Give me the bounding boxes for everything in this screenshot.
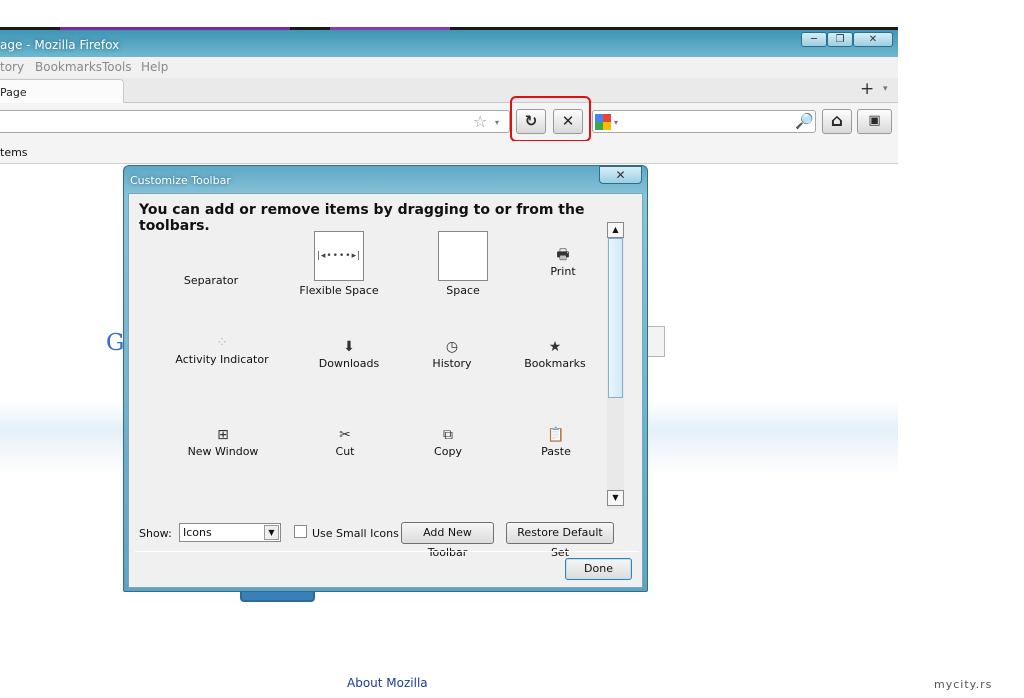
palette-item-label: Downloads [318, 357, 380, 370]
palette-item-label: Flexible Space [299, 284, 379, 297]
window-titlebar: age - Mozilla Firefox ─ ❐ ✕ [0, 30, 898, 57]
copy-icon: ⧉ [443, 427, 453, 443]
palette-item-flexible-space[interactable]: |◂••••▸| Flexible Space [279, 231, 399, 297]
home-button[interactable]: ⌂ [822, 109, 852, 134]
scroll-down-arrow-icon[interactable]: ▼ [607, 490, 624, 506]
palette-item-separator[interactable]: Separator [151, 274, 271, 287]
show-select[interactable]: Icons ▼ [179, 523, 281, 542]
top-strip [0, 0, 898, 30]
highlight-annotation [510, 96, 591, 142]
palette-item-label: Paste [541, 445, 571, 458]
dialog-close-button[interactable]: ✕ [599, 166, 642, 184]
palette-item-label: Copy [434, 445, 462, 458]
dialog-body: You can add or remove items by dragging … [128, 193, 643, 588]
palette-item-label: Separator [183, 274, 239, 287]
show-label: Show: [139, 527, 172, 540]
palette-item-new-window[interactable]: ⊞ New Window [163, 425, 283, 458]
space-icon [438, 231, 488, 281]
palette-item-label: Bookmarks [524, 357, 586, 370]
bookmark-star-icon[interactable]: ☆ [473, 112, 487, 131]
engine-dropdown-icon[interactable]: ▾ [614, 118, 618, 127]
new-window-icon: ⊞ [217, 427, 229, 443]
palette-item-label: Activity Indicator [175, 353, 269, 366]
use-small-icons-label[interactable]: Use Small Icons [312, 527, 399, 540]
screen: age - Mozilla Firefox ─ ❐ ✕ tory Bookmar… [0, 0, 1024, 698]
window-close-button[interactable]: ✕ [853, 32, 893, 47]
menu-bar: tory Bookmarks Tools Help [0, 57, 898, 78]
maximize-button[interactable]: ❐ [827, 32, 853, 47]
palette-item-label: History [432, 357, 472, 370]
window-title: age - Mozilla Firefox [0, 38, 120, 52]
bookmarks-icon: ★ [548, 339, 562, 355]
palette-item-label: New Window [187, 445, 259, 458]
palette-item-downloads[interactable]: ⬇ Downloads [289, 337, 409, 370]
search-bar[interactable]: ▾ 🔎 [592, 110, 816, 133]
palette-item-label: Space [446, 284, 480, 297]
use-small-icons-checkbox[interactable] [294, 525, 307, 538]
watermark: mycity.rs [934, 678, 993, 691]
url-dropdown-icon[interactable]: ▾ [495, 118, 499, 127]
restore-default-set-button[interactable]: Restore Default Set [506, 522, 614, 559]
scroll-up-arrow-icon[interactable]: ▲ [607, 222, 624, 238]
bookmarks-menu-button[interactable]: ▣ [857, 109, 892, 134]
palette-scrollbar[interactable]: ▲ ▼ [607, 222, 624, 509]
bookmarks-toolbar-items[interactable]: tems [0, 146, 28, 159]
dialog-title: Customize Toolbar [130, 174, 231, 187]
minimize-button[interactable]: ─ [801, 32, 827, 47]
customize-toolbar-dialog: Customize Toolbar ✕ You can add or remov… [123, 165, 648, 592]
palette-item-label: Print [550, 265, 576, 278]
add-new-toolbar-button[interactable]: Add New Toolbar [401, 522, 494, 559]
palette-item-print[interactable]: 🖶 Print [503, 245, 623, 278]
toolbar-palette: Separator |◂••••▸| Flexible Space Space … [133, 224, 609, 514]
activity-indicator-icon: ⁘ [216, 335, 228, 351]
menu-help[interactable]: Help [141, 60, 168, 74]
dialog-divider [135, 551, 639, 552]
print-icon: 🖶 [556, 247, 570, 263]
palette-item-label: Cut [335, 445, 355, 458]
new-tab-button[interactable]: + [860, 79, 874, 99]
bookmarks-menu-icon: ▣ [868, 113, 881, 128]
tab-label: Page [0, 86, 27, 99]
about-mozilla-link[interactable]: About Mozilla [347, 676, 428, 690]
search-go-icon[interactable]: 🔎 [795, 112, 814, 130]
cut-icon: ✂ [339, 427, 351, 443]
palette-item-cut[interactable]: ✂ Cut [285, 425, 405, 458]
tab-strip: Page + ▾ [0, 78, 898, 104]
tab-list-button[interactable]: ▾ [883, 84, 888, 94]
menu-history[interactable]: tory [0, 60, 24, 74]
done-button[interactable]: Done [565, 558, 632, 580]
palette-item-copy[interactable]: ⧉ Copy [388, 425, 508, 458]
palette-item-history[interactable]: ◷ History [392, 337, 512, 370]
show-options-row: Show: Icons ▼ Use Small Icons Add New To… [139, 522, 639, 559]
palette-item-bookmarks[interactable]: ★ Bookmarks [495, 337, 615, 370]
chevron-down-icon[interactable]: ▼ [264, 525, 279, 540]
flexible-space-icon: |◂••••▸| [314, 231, 364, 281]
tab-active[interactable]: Page [0, 79, 124, 104]
home-icon: ⌂ [830, 111, 844, 131]
downloads-icon: ⬇ [343, 339, 355, 355]
bookmarks-toolbar: tems [0, 141, 898, 164]
show-select-value: Icons [183, 526, 212, 539]
menu-tools[interactable]: Tools [102, 60, 132, 74]
google-engine-icon[interactable] [595, 114, 611, 130]
history-icon: ◷ [445, 339, 459, 355]
navigation-toolbar: ☆ ▾ ↻ ✕ ▾ 🔎 ⌂ ▣ [0, 103, 898, 141]
palette-item-activity-indicator[interactable]: ⁘ Activity Indicator [162, 333, 282, 366]
menu-bookmarks[interactable]: Bookmarks [35, 60, 102, 74]
palette-item-paste[interactable]: 📋 Paste [496, 425, 616, 458]
scrollbar-thumb[interactable] [608, 238, 623, 398]
paste-icon: 📋 [547, 427, 565, 443]
url-bar[interactable]: ☆ ▾ [0, 110, 510, 133]
google-logo-fragment: G [106, 330, 125, 356]
